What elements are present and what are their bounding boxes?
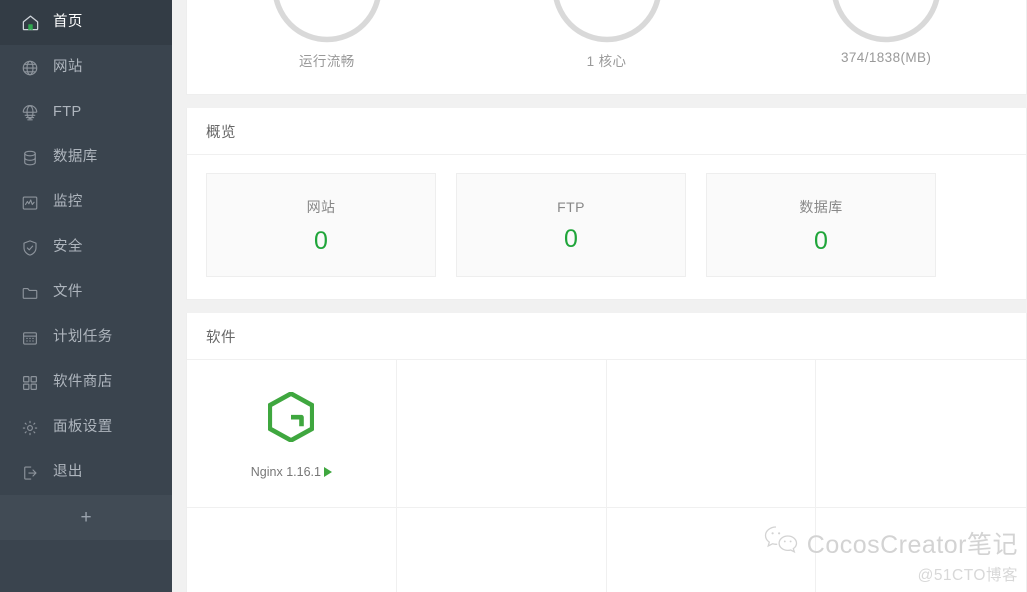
gauge-group: 0% 运行流畅 4.25% 1 核心 [187, 0, 1026, 94]
globe-icon [19, 57, 41, 79]
software-card-header: 软件 [187, 313, 1026, 360]
software-cell-empty[interactable] [187, 508, 397, 592]
sidebar-item-logout[interactable]: 退出 [0, 450, 172, 495]
software-cell-empty[interactable] [607, 508, 817, 592]
play-icon[interactable] [323, 466, 332, 477]
overview-box-database[interactable]: 数据库 0 [706, 173, 936, 277]
software-cell-empty[interactable] [816, 360, 1026, 508]
shield-icon [19, 237, 41, 259]
software-title: 软件 [206, 329, 236, 346]
sidebar-item-label: 文件 [53, 284, 83, 301]
sidebar-item-app-store[interactable]: 软件商店 [0, 360, 172, 405]
gauge-ring: 20.35% [829, 0, 944, 45]
sidebar-item-monitor[interactable]: 监控 [0, 180, 172, 225]
gauge-memory[interactable]: 20.35% 374/1838(MB) [746, 0, 1026, 94]
sidebar-item-website[interactable]: 网站 [0, 45, 172, 90]
overview-box-value: 0 [564, 224, 578, 253]
sidebar-item-label: 安全 [53, 239, 83, 256]
gauge-cpu[interactable]: 4.25% 1 核心 [467, 0, 747, 94]
sidebar-item-label: 面板设置 [53, 419, 113, 436]
grid-icon [19, 372, 41, 394]
gauge-caption: 1 核心 [586, 54, 627, 69]
software-item-name: Nginx 1.16.1 [250, 464, 321, 479]
sidebar-item-ftp[interactable]: FTP [0, 90, 172, 135]
overview-card-header: 概览 [187, 108, 1026, 155]
gear-icon [19, 417, 41, 439]
main-content: 0% 运行流畅 4.25% 1 核心 [172, 0, 1027, 592]
overview-box-value: 0 [314, 226, 328, 255]
sidebar-nav-list: 首页 网站 FTP 数据库 监控 安全 文件 计划任务 软件商店 面板设置 退出 [0, 0, 172, 495]
sidebar-item-home[interactable]: 首页 [0, 0, 172, 45]
folder-icon [19, 282, 41, 304]
calendar-icon [19, 327, 41, 349]
sidebar-item-label: 监控 [53, 194, 83, 211]
software-cell-empty[interactable] [396, 360, 607, 508]
sidebar-item-panel-settings[interactable]: 面板设置 [0, 405, 172, 450]
sidebar-item-cron[interactable]: 计划任务 [0, 315, 172, 360]
database-icon [19, 147, 41, 169]
overview-card: 概览 网站 0 FTP 0 数据库 0 [186, 108, 1027, 300]
gauge-caption: 374/1838(MB) [840, 50, 932, 65]
overview-box-value: 0 [814, 226, 828, 255]
home-icon [19, 12, 41, 34]
monitor-icon [19, 192, 41, 214]
sidebar-item-label: 软件商店 [53, 374, 113, 391]
sidebar-item-label: 退出 [53, 464, 83, 481]
plus-icon: + [80, 507, 92, 528]
overview-box-label: 网站 [306, 198, 336, 215]
overview-box-ftp[interactable]: FTP 0 [456, 173, 686, 277]
software-cell-empty[interactable] [397, 508, 607, 592]
overview-box-website[interactable]: 网站 0 [206, 173, 436, 277]
overview-box-label: FTP [557, 198, 585, 215]
gauge-ring: 4.25% [549, 0, 664, 45]
software-grid: Nginx 1.16.1 [187, 360, 1026, 592]
sidebar-item-label: 计划任务 [53, 329, 113, 346]
sidebar-item-files[interactable]: 文件 [0, 270, 172, 315]
sidebar-filler [0, 540, 172, 592]
software-item-nginx[interactable]: Nginx 1.16.1 [187, 360, 397, 508]
sidebar: 首页 网站 FTP 数据库 监控 安全 文件 计划任务 软件商店 面板设置 退出… [0, 0, 172, 592]
sidebar-item-label: FTP [53, 104, 82, 121]
software-item-name-row[interactable]: Nginx 1.16.1 [251, 465, 332, 479]
software-cell-empty[interactable] [816, 508, 1026, 592]
logout-icon [19, 462, 41, 484]
panel-root: 首页 网站 FTP 数据库 监控 安全 文件 计划任务 软件商店 面板设置 退出… [0, 0, 1027, 592]
gauge-caption: 运行流畅 [299, 54, 355, 69]
software-card: 软件 Nginx 1.16.1 [186, 313, 1027, 592]
gauge-load[interactable]: 0% 运行流畅 [187, 0, 467, 94]
sidebar-add-button[interactable]: + [0, 495, 172, 540]
overview-box-label: 数据库 [799, 198, 843, 215]
sidebar-item-database[interactable]: 数据库 [0, 135, 172, 180]
sidebar-item-security[interactable]: 安全 [0, 225, 172, 270]
gauge-ring: 0% [269, 0, 384, 45]
overview-title: 概览 [206, 124, 236, 141]
nginx-logo-icon [263, 389, 319, 445]
status-card: 0% 运行流畅 4.25% 1 核心 [186, 0, 1027, 95]
software-cell-empty[interactable] [606, 360, 817, 508]
overview-body: 网站 0 FTP 0 数据库 0 [187, 155, 1026, 299]
ftp-icon [19, 102, 41, 124]
sidebar-item-label: 数据库 [53, 149, 98, 166]
sidebar-item-label: 首页 [53, 14, 83, 31]
sidebar-item-label: 网站 [53, 59, 83, 76]
